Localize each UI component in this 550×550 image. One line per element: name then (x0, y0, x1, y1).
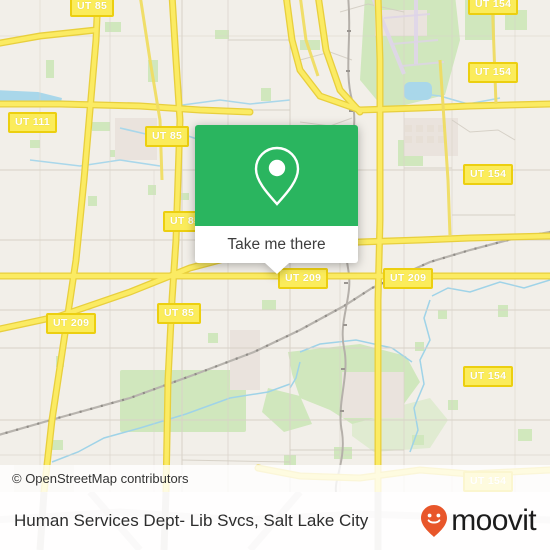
popup-tail-pointer (264, 263, 289, 274)
map-screenshot-root: UT 85 UT 154 UT 154 UT 111 UT 85 UT 154 … (0, 0, 550, 550)
road-shield: UT 111 (8, 112, 58, 133)
road-shield: UT 154 (468, 0, 519, 15)
moovit-brand[interactable]: moovit (419, 504, 537, 538)
road-shield: UT 85 (145, 126, 190, 147)
take-me-there-label: Take me there (227, 235, 326, 253)
location-popup-card[interactable]: Take me there (195, 125, 358, 274)
road-shield: UT 85 (70, 0, 115, 17)
popup-header (195, 125, 358, 226)
map-canvas[interactable]: UT 85 UT 154 UT 154 UT 111 UT 85 UT 154 … (0, 0, 550, 492)
moovit-pin-smile-icon (421, 505, 448, 537)
road-shield: UT 209 (383, 268, 434, 289)
footer-bar: Human Services Dept- Lib Svcs, Salt Lake… (0, 492, 550, 550)
road-shield: UT 154 (463, 164, 514, 185)
road-shield: UT 209 (46, 313, 97, 334)
moovit-wordmark: moovit (451, 504, 536, 537)
road-shield: UT 154 (468, 62, 519, 83)
popup-footer[interactable]: Take me there (195, 226, 358, 274)
place-title: Human Services Dept- Lib Svcs, Salt Lake… (14, 511, 369, 530)
road-shield: UT 154 (463, 366, 514, 387)
map-attribution[interactable]: © OpenStreetMap contributors (0, 465, 550, 492)
map-pin-icon (254, 146, 299, 206)
road-shield: UT 85 (157, 303, 202, 324)
